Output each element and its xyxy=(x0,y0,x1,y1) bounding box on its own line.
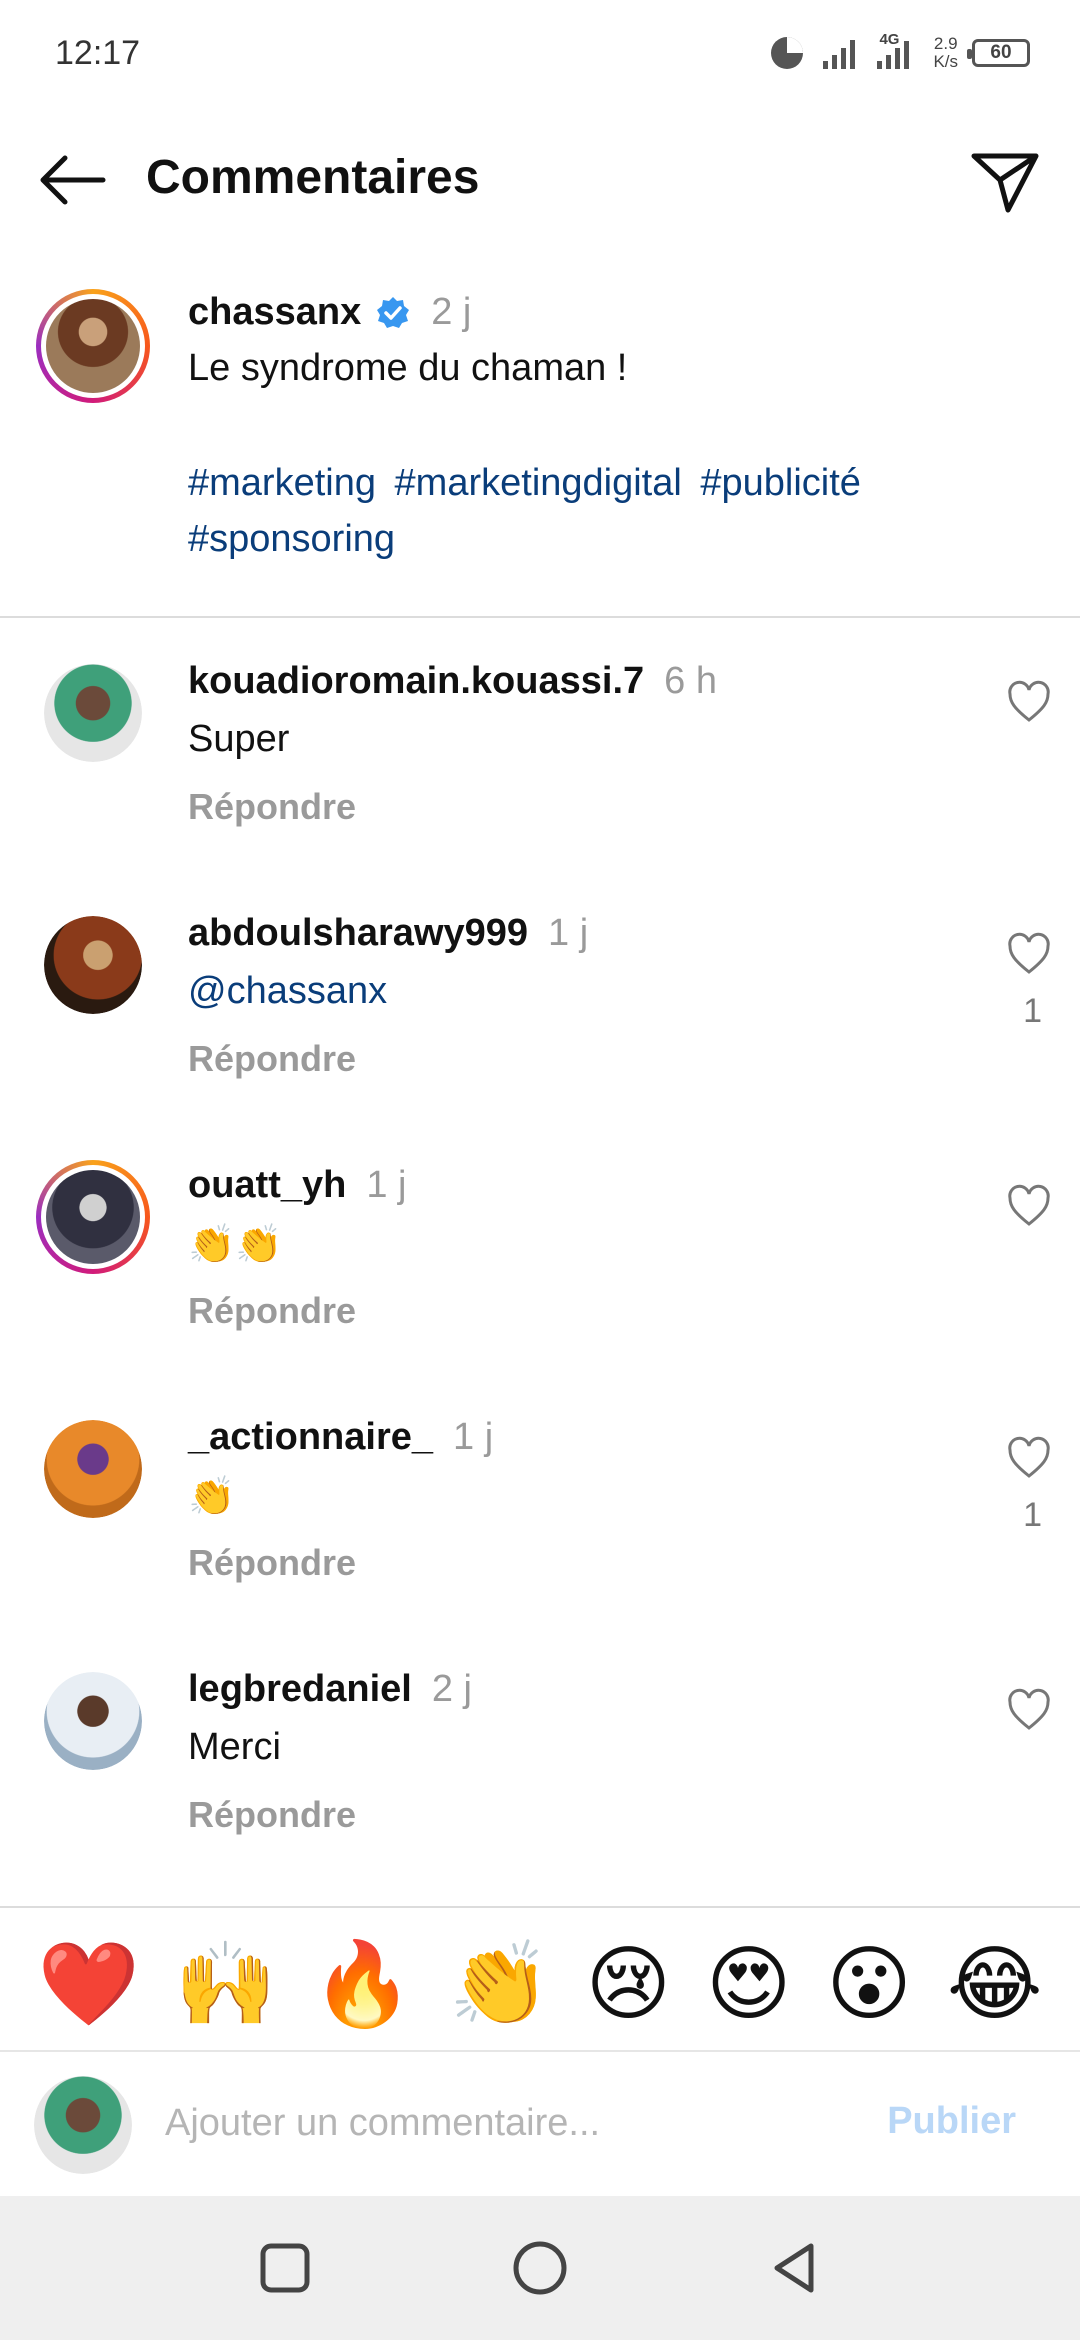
emoji-surprised[interactable]: 😮 xyxy=(826,1944,911,2026)
reply-button[interactable]: Répondre xyxy=(188,1794,356,1836)
heart-icon[interactable] xyxy=(1006,680,1052,724)
back-icon[interactable] xyxy=(765,2238,825,2298)
emoji-heart[interactable]: ❤️ xyxy=(37,1944,139,2026)
comment-time: 2 j xyxy=(431,1668,472,1710)
emoji-crying[interactable]: 😢 xyxy=(586,1944,671,2026)
comment-mention[interactable]: @chassanx xyxy=(188,970,387,1013)
caption-text: Le syndrome du chaman ! xyxy=(188,347,628,389)
comment-time: 6 h xyxy=(664,660,717,702)
comment-username[interactable]: _actionnaire_ xyxy=(188,1416,433,1459)
comment-item: legbredaniel 2 j Merci Répondre xyxy=(0,1668,1080,1920)
emoji-bar: ❤️ 🙌 🔥 👏 😢 😍 😮 😂 xyxy=(0,1930,1080,2040)
caption-hashtags: #marketing #marketingdigital #publicité … xyxy=(188,455,1048,567)
emoji-clap[interactable]: 👏 xyxy=(449,1944,551,2026)
back-arrow-icon[interactable] xyxy=(35,150,109,210)
post-caption: chassanx 2 j Le syndrome du chaman ! #ma… xyxy=(0,285,1080,615)
heart-icon[interactable] xyxy=(1006,1184,1052,1228)
emoji-laughing[interactable]: 😂 xyxy=(947,1944,1043,2026)
heart-icon[interactable] xyxy=(1006,1688,1052,1732)
comment-input[interactable] xyxy=(165,2088,865,2158)
comment-username[interactable]: kouadioromain.kouassi.7 xyxy=(188,660,644,703)
battery-icon: 60 xyxy=(967,39,1030,67)
comment-time: 1 j xyxy=(453,1416,494,1458)
recent-apps-icon[interactable] xyxy=(255,2238,315,2298)
reply-button[interactable]: Répondre xyxy=(188,1290,356,1332)
hashtag-link[interactable]: #sponsoring xyxy=(188,518,395,560)
comment-avatar[interactable] xyxy=(44,664,142,762)
comment-text: 👏👏 xyxy=(188,1222,283,1266)
emoji-heart-eyes[interactable]: 😍 xyxy=(706,1944,791,2026)
comment-avatar[interactable] xyxy=(44,1420,142,1518)
caption-username[interactable]: chassanx xyxy=(188,291,361,334)
comment-time: 1 j xyxy=(548,912,589,954)
like-count: 1 xyxy=(1023,992,1042,1030)
heart-icon[interactable] xyxy=(1006,932,1052,976)
comment-username[interactable]: abdoulsharawy999 xyxy=(188,912,528,955)
status-bar: 12:17 4G 2.9 K/s 60 xyxy=(0,0,1080,110)
header: Commentaires xyxy=(0,130,1080,230)
comment-item: kouadioromain.kouassi.7 6 h Super Répond… xyxy=(0,660,1080,912)
divider xyxy=(0,2050,1080,2052)
comment-composer: Publier xyxy=(0,2060,1080,2190)
verified-badge-icon xyxy=(377,296,410,328)
divider xyxy=(0,616,1080,618)
comment-time: 1 j xyxy=(366,1164,407,1206)
signal-icon xyxy=(823,40,856,69)
like-count: 1 xyxy=(1023,1496,1042,1534)
publish-button[interactable]: Publier xyxy=(887,2100,1016,2143)
comment-text: 👏 xyxy=(188,1474,236,1518)
comment-item: abdoulsharawy999 1 j @chassanx Répondre … xyxy=(0,912,1080,1164)
comment-avatar[interactable] xyxy=(44,916,142,1014)
status-time: 12:17 xyxy=(55,34,141,72)
navigation-bar xyxy=(0,2196,1080,2340)
heart-icon[interactable] xyxy=(1006,1436,1052,1480)
hashtag-link[interactable]: #marketing xyxy=(188,462,376,504)
own-avatar xyxy=(34,2076,132,2174)
comment-text: Merci xyxy=(188,1726,281,1768)
network-speed: 2.9 K/s xyxy=(933,34,958,71)
emoji-raising-hands[interactable]: 🙌 xyxy=(174,1944,276,2026)
comment-item: ouatt_yh 1 j 👏👏 Répondre xyxy=(0,1160,1080,1416)
comment-item: _actionnaire_ 1 j 👏 Répondre 1 xyxy=(0,1416,1080,1668)
divider xyxy=(0,1906,1080,1908)
hashtag-link[interactable]: #marketingdigital xyxy=(395,462,682,504)
page-title: Commentaires xyxy=(146,151,480,204)
send-icon[interactable] xyxy=(968,144,1042,218)
signal-4g-icon: 4G xyxy=(875,31,919,73)
reply-button[interactable]: Répondre xyxy=(188,1038,356,1080)
comment-avatar[interactable] xyxy=(44,1672,142,1770)
home-icon[interactable] xyxy=(510,2238,570,2298)
reply-button[interactable]: Répondre xyxy=(188,1542,356,1584)
reply-button[interactable]: Répondre xyxy=(188,786,356,828)
hashtag-link[interactable]: #publicité xyxy=(700,462,861,504)
data-usage-icon xyxy=(771,37,804,69)
comment-username[interactable]: legbredaniel xyxy=(188,1668,412,1711)
comment-avatar[interactable] xyxy=(36,1160,150,1274)
emoji-fire[interactable]: 🔥 xyxy=(311,1944,413,2026)
caption-time: 2 j xyxy=(431,291,472,333)
comment-text: Super xyxy=(188,718,290,760)
caption-avatar[interactable] xyxy=(36,289,150,403)
status-icons: 4G 2.9 K/s 60 xyxy=(767,28,1030,78)
comment-username[interactable]: ouatt_yh xyxy=(188,1164,346,1207)
